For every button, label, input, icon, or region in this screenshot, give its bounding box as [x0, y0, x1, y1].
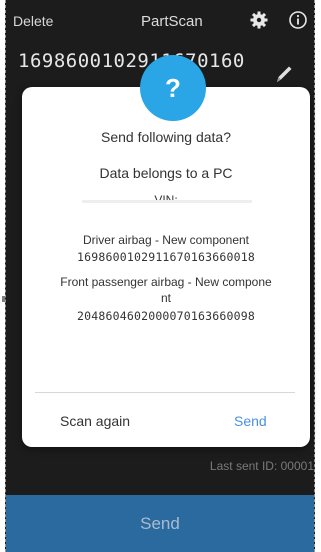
- screen: Delete PartScan 1698600102911670160 Last…: [0, 0, 321, 552]
- scanned-code: 1698600102911670160: [18, 50, 245, 72]
- confirm-dialog: Send following data? Data belongs to a P…: [22, 87, 310, 447]
- info-icon[interactable]: [288, 10, 308, 30]
- scan-again-button[interactable]: Scan again: [60, 413, 130, 429]
- component-code: 1698600102911670163660018: [76, 250, 256, 264]
- dialog-owner-text: Data belongs to a PC: [99, 165, 233, 181]
- gear-icon[interactable]: [249, 10, 269, 30]
- dialog-send-button[interactable]: Send: [234, 413, 267, 429]
- component-label: Front passenger airbag - New compone: [60, 275, 272, 289]
- last-sent-id: Last sent ID: 00001: [209, 459, 314, 473]
- question-icon: ?: [140, 55, 206, 121]
- delete-button[interactable]: Delete: [13, 13, 53, 29]
- dialog-question: Send following data?: [101, 129, 231, 145]
- component-code: 2048604602000070163660098: [76, 309, 256, 323]
- send-button[interactable]: Send: [6, 495, 314, 552]
- pencil-icon[interactable]: [272, 62, 296, 86]
- dialog-divider: [35, 392, 295, 393]
- vin-separator: [82, 200, 252, 203]
- component-label-continued: nt: [160, 291, 171, 305]
- component-label: Driver airbag - New component: [82, 233, 250, 247]
- app-title: PartScan: [141, 13, 203, 30]
- top-bar: Delete PartScan: [6, 0, 314, 40]
